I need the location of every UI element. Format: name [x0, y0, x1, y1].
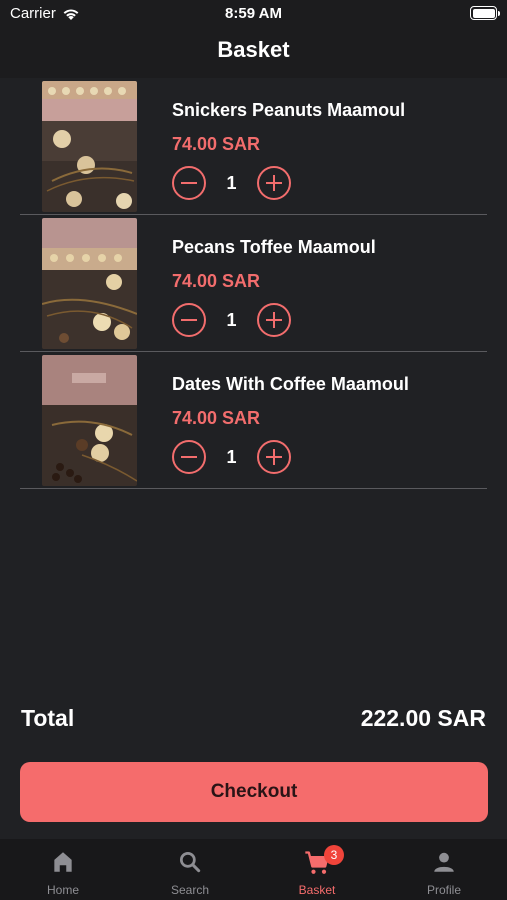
page-title: Basket	[217, 37, 290, 62]
decrease-quantity-button[interactable]	[172, 303, 206, 337]
tab-label: Home	[46, 883, 79, 897]
tab-label: Basket	[298, 883, 336, 897]
quantity-value: 1	[226, 309, 237, 330]
tab-label: Search	[170, 883, 210, 897]
item-price: 74.00 SAR	[172, 134, 261, 154]
item-name: Dates With Coffee Maamoul	[172, 374, 409, 394]
status-time: 8:59 AM	[225, 5, 282, 22]
quantity-stepper: 1	[172, 166, 291, 200]
search-icon	[179, 851, 201, 873]
basket-list: Snickers Peanuts Maamoul 74.00 SAR 1 Pec…	[0, 78, 507, 489]
person-icon	[434, 852, 454, 872]
product-image	[42, 81, 137, 212]
item-price: 74.00 SAR	[172, 408, 261, 428]
battery-icon	[470, 6, 500, 20]
basket-item[interactable]: Dates With Coffee Maamoul 74.00 SAR 1	[20, 352, 487, 489]
tab-search[interactable]: Search	[127, 839, 253, 900]
item-name: Pecans Toffee Maamoul	[172, 237, 376, 257]
increase-quantity-button[interactable]	[257, 166, 291, 200]
quantity-stepper: 1	[172, 440, 291, 474]
item-price: 74.00 SAR	[172, 271, 261, 291]
product-image	[42, 355, 137, 486]
tab-bar: Home Search 3 Basket Profile	[0, 839, 507, 900]
increase-quantity-button[interactable]	[257, 303, 291, 337]
navigation-bar: Basket	[0, 28, 507, 78]
tab-home[interactable]: Home	[0, 839, 126, 900]
product-image	[42, 218, 137, 349]
status-bar: Carrier 8:59 AM	[0, 0, 507, 28]
total-row: Total 222.00 SAR	[21, 705, 486, 735]
tab-profile[interactable]: Profile	[381, 839, 507, 900]
tab-basket[interactable]: 3 Basket	[254, 839, 380, 900]
total-value: 222.00 SAR	[360, 705, 486, 731]
total-label: Total	[21, 705, 75, 731]
tab-label: Profile	[426, 883, 461, 897]
item-name: Snickers Peanuts Maamoul	[172, 100, 406, 120]
quantity-stepper: 1	[172, 303, 291, 337]
cart-count-badge: 3	[324, 845, 344, 865]
basket-item[interactable]: Snickers Peanuts Maamoul 74.00 SAR 1	[20, 78, 487, 215]
quantity-value: 1	[226, 172, 237, 193]
checkout-button[interactable]: Checkout	[20, 762, 488, 822]
decrease-quantity-button[interactable]	[172, 440, 206, 474]
basket-item[interactable]: Pecans Toffee Maamoul 74.00 SAR 1	[20, 215, 487, 352]
increase-quantity-button[interactable]	[257, 440, 291, 474]
home-icon	[54, 852, 72, 872]
decrease-quantity-button[interactable]	[172, 166, 206, 200]
quantity-value: 1	[226, 446, 237, 467]
